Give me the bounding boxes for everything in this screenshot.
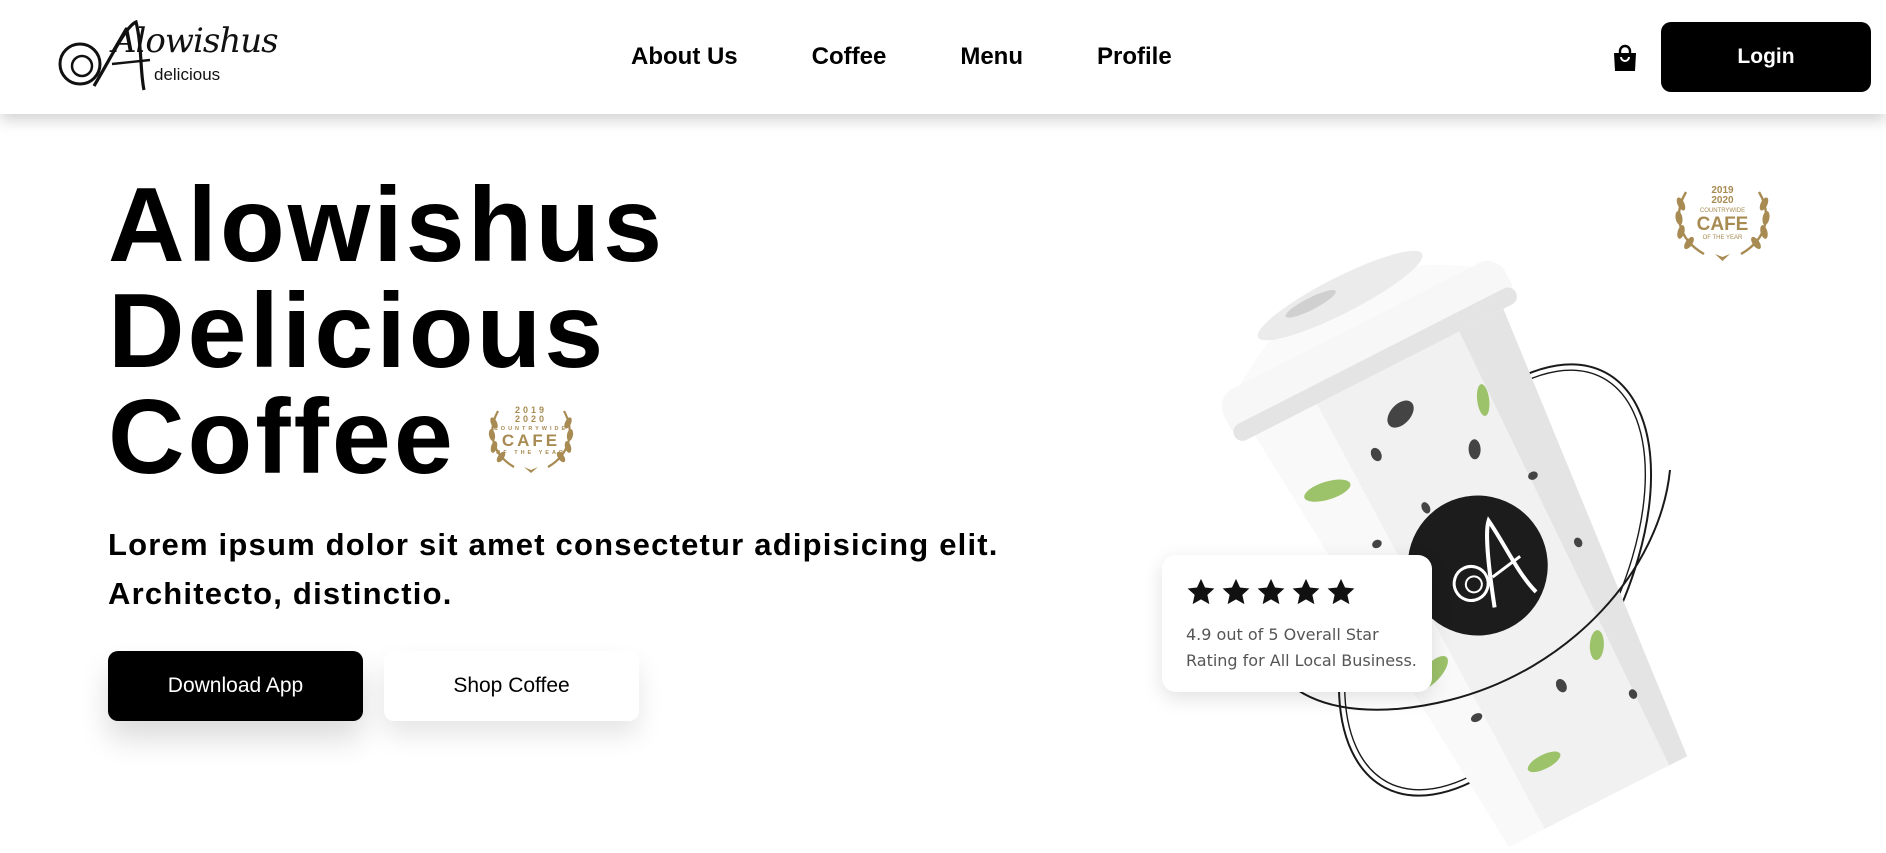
- logo-script-text: Alowishus: [112, 21, 279, 61]
- hero-title-line-3: Coffee: [108, 378, 456, 496]
- logo-subtitle: delicious: [154, 65, 221, 84]
- navbar: Alowishus delicious About Us Coffee Menu…: [0, 0, 1886, 114]
- shopping-bag-icon[interactable]: [1612, 44, 1638, 72]
- main-navigation: About Us Coffee Menu Profile: [631, 42, 1172, 72]
- svg-text:2020: 2020: [515, 414, 547, 424]
- rating-card: 4.9 out of 5 Overall Star Rating for All…: [1162, 555, 1432, 692]
- star-icon: [1257, 578, 1285, 605]
- star-icon: [1327, 578, 1355, 605]
- hero-title-line-1: Alowishus: [108, 166, 666, 284]
- rating-text: 4.9 out of 5 Overall Star Rating for All…: [1186, 625, 1417, 670]
- cafe-of-the-year-badge-icon: 2019 2020 COUNTRYWIDE CAFE OF THE YEAR: [488, 405, 573, 473]
- login-button[interactable]: Login: [1661, 22, 1871, 92]
- hero-description: Lorem ipsum dolor sit amet consectetur a…: [108, 527, 999, 611]
- hero-title-line-2: Delicious: [108, 272, 607, 390]
- star-icon: [1222, 578, 1250, 605]
- badge-top-line2: OF THE YEAR: [1703, 235, 1743, 241]
- svg-text:2020: 2020: [1711, 195, 1734, 206]
- star-icon: [1292, 578, 1320, 605]
- nav-link-about-us[interactable]: About Us: [631, 43, 738, 71]
- cafe-of-the-year-badge-top-icon: 2019 2020 COUNTRYWIDE CAFE OF THE YEAR: [1675, 185, 1770, 261]
- star-rating: [1186, 577, 1361, 607]
- coffee-cup-illustration: [1221, 250, 1688, 848]
- shop-coffee-button[interactable]: Shop Coffee: [384, 651, 639, 721]
- star-icon: [1187, 578, 1215, 605]
- badge-main: CAFE: [502, 431, 560, 450]
- hero-title: Alowishus Delicious Coffee 2019 2020 COU…: [108, 172, 868, 490]
- nav-link-coffee[interactable]: Coffee: [812, 43, 887, 71]
- badge-top-main: CAFE: [1697, 214, 1749, 235]
- download-app-button[interactable]: Download App: [108, 651, 363, 721]
- nav-link-menu[interactable]: Menu: [960, 43, 1023, 71]
- brand-logo[interactable]: Alowishus delicious: [54, 16, 279, 96]
- badge-line2: OF THE YEAR: [496, 450, 566, 456]
- nav-link-profile[interactable]: Profile: [1097, 43, 1172, 71]
